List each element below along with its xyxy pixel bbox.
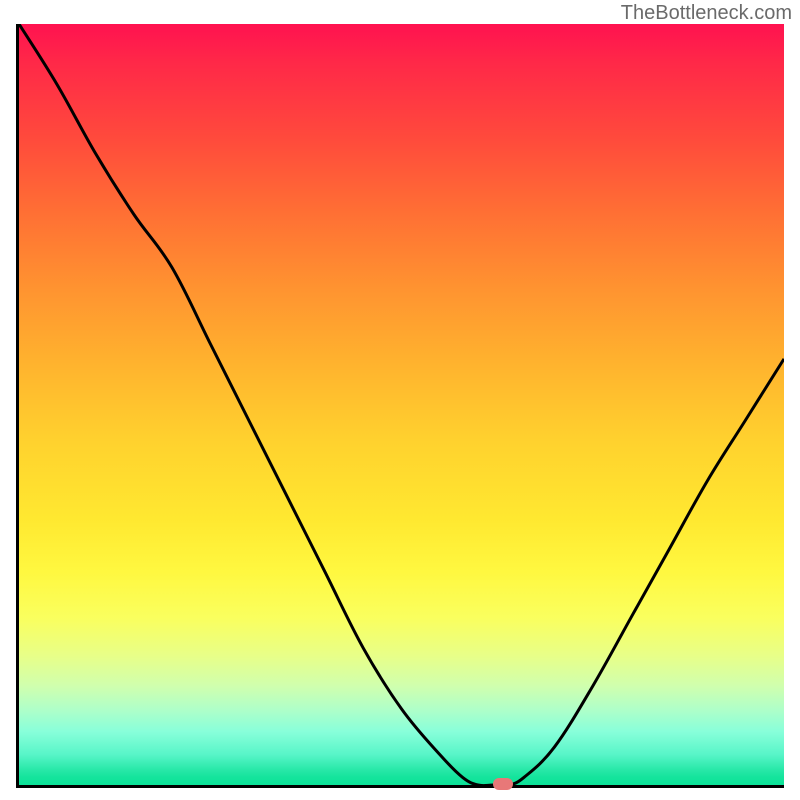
- bottleneck-curve-line: [19, 24, 784, 785]
- curve-svg: [19, 24, 784, 785]
- watermark-text: TheBottleneck.com: [621, 2, 792, 25]
- chart-area: [16, 24, 784, 788]
- optimal-point-marker: [493, 778, 513, 790]
